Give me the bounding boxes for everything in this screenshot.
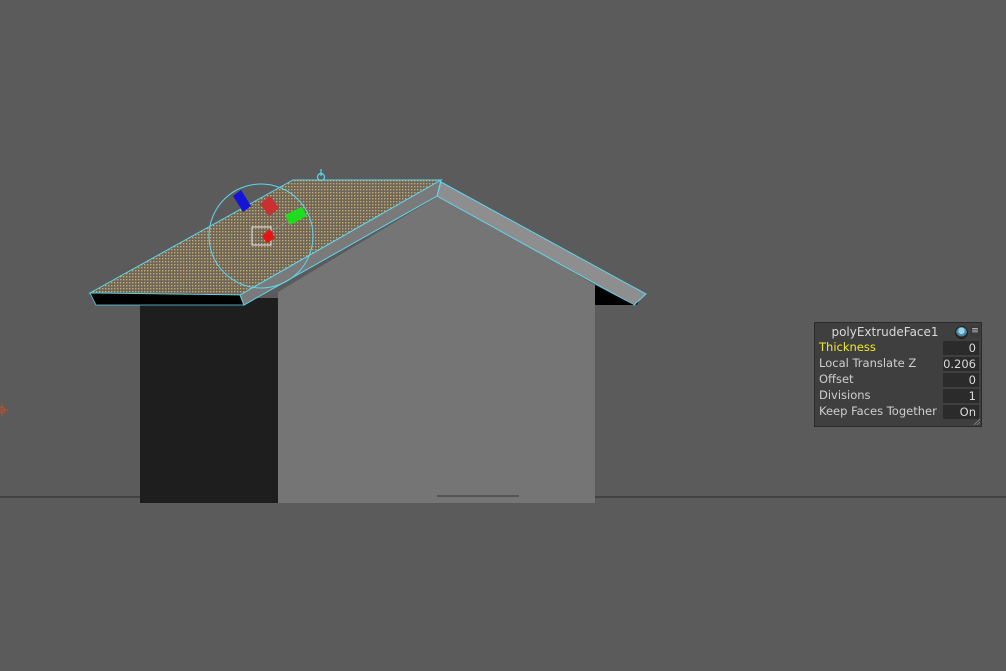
attribute-row-offset[interactable]: Offset 0 [819, 372, 979, 387]
light-icon[interactable] [0, 403, 8, 417]
house-side-wall[interactable] [140, 298, 278, 503]
attribute-label: Keep Faces Together [819, 404, 937, 418]
attribute-value-field[interactable]: 0 [943, 341, 979, 355]
ground-shadow-strip [437, 495, 519, 497]
panel-settings-icon[interactable] [955, 326, 968, 339]
attribute-value-field[interactable]: 0.206 [943, 357, 979, 371]
attribute-label: Local Translate Z [819, 356, 917, 370]
in-view-editor-panel[interactable]: polyExtrudeFace1 ≡ Thickness 0 Local Tra… [814, 322, 982, 427]
attribute-row-local-translate-z[interactable]: Local Translate Z 0.206 [819, 356, 979, 371]
attribute-row-divisions[interactable]: Divisions 1 [819, 388, 979, 403]
roof-left-front-edge [89, 292, 245, 306]
attribute-row-keep-faces-together[interactable]: Keep Faces Together On [819, 404, 979, 419]
menu-lines-icon[interactable]: ≡ [970, 326, 980, 337]
attribute-label: Offset [819, 372, 854, 386]
attribute-label: Divisions [819, 388, 871, 402]
resize-grip-icon[interactable] [972, 417, 980, 425]
pivot-marker-icon[interactable] [316, 169, 326, 182]
attribute-value-field[interactable]: 1 [943, 389, 979, 403]
panel-title: polyExtrudeFace1 [831, 325, 939, 339]
attribute-label: Thickness [819, 340, 876, 354]
attribute-value-field[interactable]: 0 [943, 373, 979, 387]
attribute-row-thickness[interactable]: Thickness 0 [819, 340, 979, 355]
